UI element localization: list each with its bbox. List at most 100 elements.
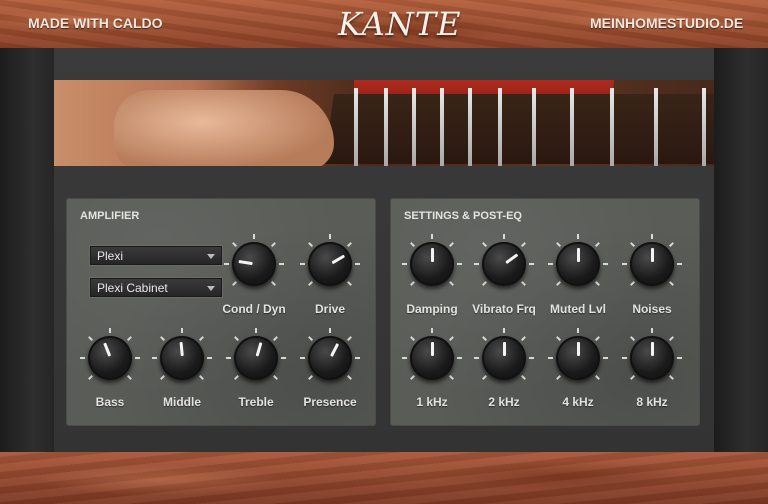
knob-tick-mark [198,336,204,342]
fret-shape [468,88,472,166]
knob-tick-mark [410,242,416,248]
knob-tick-mark [410,280,416,286]
amp-model-select[interactable]: Plexi [90,246,222,265]
knob-tick-mark [556,374,562,380]
knob-tick-mark [270,242,276,248]
knob-tick-mark [520,374,526,380]
amplifier-title: AMPLIFIER [80,210,140,222]
knob-tick-mark [603,263,608,265]
knob-cap [232,242,276,286]
knob-tick-mark [80,357,85,359]
damping-knob[interactable] [402,234,462,294]
knob-indicator [431,248,434,262]
fret-shape [702,88,706,166]
header-bar: MADE WITH CALDO KANTE MEINHOMESTUDIO.DE [0,0,768,48]
fret-shape [384,88,388,166]
knob-tick-mark [548,357,553,359]
knob-tick-mark [482,280,488,286]
cond-dyn-knob[interactable] [224,234,284,294]
knob-tick-mark [520,242,526,248]
knob-tick-mark [668,242,674,248]
knob-tick-mark [431,328,433,333]
eq-8khz-knob[interactable] [622,328,682,388]
knob-tick-mark [160,374,166,380]
fret-shape [654,88,658,166]
knob-tick-mark [677,357,682,359]
eq-1khz-knob[interactable] [402,328,462,388]
fret-shape [440,88,444,166]
amp-model-value: Plexi [97,249,124,263]
knob-tick-mark [308,336,314,342]
knob-tick-mark [482,374,488,380]
knob-tick-mark [410,336,416,342]
chevron-down-icon [207,254,215,259]
knob-tick-mark [448,242,454,248]
knob-tick-mark [603,357,608,359]
fret-shape [570,88,574,166]
noises-knob[interactable] [622,234,682,294]
knob-tick-mark [253,234,255,239]
eq-4khz-knob[interactable] [548,328,608,388]
knob-tick-mark [135,357,140,359]
muted-lvl-knob[interactable] [548,234,608,294]
knob-tick-mark [594,374,600,380]
knob-tick-mark [224,263,229,265]
knob-tick-mark [234,374,240,380]
bass-knob[interactable] [80,328,140,388]
knob-tick-mark [448,336,454,342]
settings-section: SETTINGS & POST-EQ Damping Vibrato Frq M… [390,198,700,426]
knob-tick-mark [474,263,479,265]
knob-tick-mark [346,280,352,286]
knob-tick-mark [548,263,553,265]
knob-tick-mark [630,242,636,248]
made-with-caldo-text: MADE WITH CALDO [28,15,163,31]
knob-tick-mark [503,328,505,333]
footer-bar [0,452,768,504]
knob-tick-mark [622,263,627,265]
vibrato-frq-knob[interactable] [474,234,534,294]
knob-tick-mark [457,357,462,359]
knob-indicator [503,342,506,356]
knob-tick-mark [630,336,636,342]
knob-tick-mark [300,357,305,359]
knob-tick-mark [88,374,94,380]
drive-knob[interactable] [300,234,360,294]
presence-knob[interactable] [300,328,360,388]
website-link[interactable]: MEINHOMESTUDIO.DE [590,15,743,31]
knob-tick-mark [346,336,352,342]
knob-tick-mark [622,357,627,359]
knob-tick-mark [234,336,240,342]
knob-tick-mark [308,280,314,286]
knob-tick-mark [88,336,94,342]
cabinet-select[interactable]: Plexi Cabinet [90,278,222,297]
knob-tick-mark [160,336,166,342]
left-side-panel [0,48,54,452]
presence-label: Presence [303,395,357,409]
knob-tick-mark [109,328,111,333]
knob-tick-mark [300,263,305,265]
knob-tick-mark [651,328,653,333]
knob-indicator [577,248,580,262]
knob-tick-mark [272,374,278,380]
knob-tick-mark [402,263,407,265]
knob-tick-mark [126,374,132,380]
knob-tick-mark [677,263,682,265]
drive-label: Drive [314,302,346,316]
treble-knob[interactable] [226,328,286,388]
fret-shape [498,88,502,166]
knob-tick-mark [402,357,407,359]
knob-cap [308,242,352,286]
knob-tick-mark [126,336,132,342]
knob-cap [308,336,352,380]
knob-tick-mark [255,328,257,333]
knob-tick-mark [474,357,479,359]
knob-tick-mark [594,280,600,286]
knob-tick-mark [482,242,488,248]
knob-tick-mark [431,234,433,239]
cabinet-value: Plexi Cabinet [97,281,168,295]
middle-knob[interactable] [152,328,212,388]
knob-tick-mark [520,280,526,286]
knob-tick-mark [448,280,454,286]
knob-tick-mark [668,374,674,380]
eq-2khz-knob[interactable] [474,328,534,388]
